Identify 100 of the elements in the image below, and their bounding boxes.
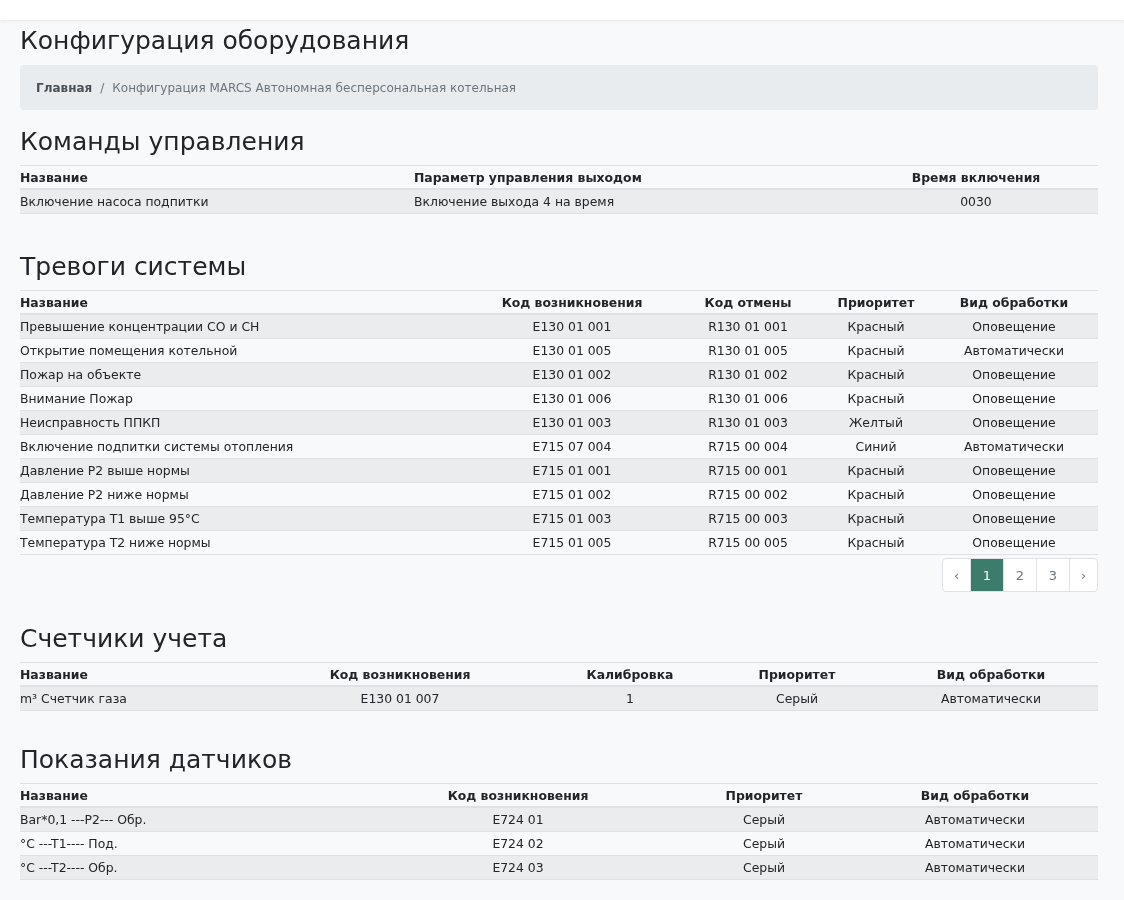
table-cell: 1 [550, 686, 710, 711]
page-title: Конфигурация оборудования [20, 26, 411, 56]
table-cell: R130 01 001 [674, 314, 822, 339]
table-cell: R715 00 004 [674, 434, 822, 459]
column-header: Название [20, 662, 250, 686]
table-cell: E715 01 002 [470, 482, 674, 507]
section-heading: Показания датчиков [20, 745, 294, 775]
table-cell: Включение подпитки системы отопления [20, 434, 470, 459]
table-cell: R715 00 002 [674, 482, 822, 507]
table-cell: °C ---T1---- Под. [20, 831, 360, 856]
table-cell: Температура T1 выше 95°C [20, 506, 470, 531]
table-cell: R130 01 002 [674, 362, 822, 387]
column-header: Название [20, 165, 414, 189]
table-cell: Автоматически [852, 807, 1098, 832]
column-header: Приоритет [710, 662, 884, 686]
table-cell: Красный [822, 530, 930, 555]
table-cell: E130 01 006 [470, 386, 674, 411]
table-cell: R130 01 005 [674, 338, 822, 363]
column-header: Код возникновения [470, 290, 674, 314]
table-cell: Автоматически [884, 686, 1098, 711]
table-cell: Оповещение [930, 386, 1098, 411]
table-cell: Красный [822, 362, 930, 387]
page-button[interactable]: 1 [970, 559, 1003, 591]
table-cell: Неисправность ППКП [20, 410, 470, 435]
next-page-button[interactable]: › [1069, 559, 1097, 591]
table-cell: E130 01 003 [470, 410, 674, 435]
table-cell: E715 01 001 [470, 458, 674, 483]
table-cell: R715 00 005 [674, 530, 822, 555]
previous-page-button[interactable]: ‹ [943, 559, 970, 591]
table-cell: Оповещение [930, 362, 1098, 387]
table-cell: Автоматически [930, 338, 1098, 363]
column-header: Приоритет [676, 783, 852, 807]
table-cell: Серый [676, 807, 852, 832]
table-cell: E715 01 005 [470, 530, 674, 555]
column-header: Код отмены [674, 290, 822, 314]
table-cell: Температура T2 ниже нормы [20, 530, 470, 555]
table-cell: Давление P2 ниже нормы [20, 482, 470, 507]
table-cell: Автоматически [930, 434, 1098, 459]
table-cell: E724 01 [360, 807, 676, 832]
breadcrumb-current: Конфигурация MARCS Автономная бесперсональная котельная [112, 80, 517, 95]
column-header: Калибровка [550, 662, 710, 686]
table-cell: R130 01 006 [674, 386, 822, 411]
breadcrumb-link[interactable]: Главная [36, 80, 93, 95]
table-cell: 0030 [854, 189, 1098, 214]
table-cell: Включение насоса подпитки [20, 189, 414, 214]
table-cell: Оповещение [930, 482, 1098, 507]
column-header: Приоритет [822, 290, 930, 314]
table-cell: Серый [676, 855, 852, 880]
table-cell: Давление P2 выше нормы [20, 458, 470, 483]
table-cell: E130 01 002 [470, 362, 674, 387]
section-heading: Счетчики учета [20, 624, 229, 654]
table-cell: Серый [676, 831, 852, 856]
table-cell: E130 01 007 [250, 686, 550, 711]
table-cell: Красный [822, 386, 930, 411]
table-cell: E715 07 004 [470, 434, 674, 459]
table-cell: Желтый [822, 410, 930, 435]
section-heading: Команды управления [20, 127, 306, 157]
table-cell: R715 00 001 [674, 458, 822, 483]
table-cell: Красный [822, 458, 930, 483]
column-header: Название [20, 290, 470, 314]
table-cell: °C ---T2---- Обр. [20, 855, 360, 880]
table-cell: Внимание Пожар [20, 386, 470, 411]
page-button[interactable]: 3 [1036, 559, 1069, 591]
table-cell: m³ Счетчик газа [20, 686, 250, 711]
column-header: Время включения [854, 165, 1098, 189]
table-cell: Пожар на объекте [20, 362, 470, 387]
table-cell: Синий [822, 434, 930, 459]
table-cell: Оповещение [930, 314, 1098, 339]
table-cell: Красный [822, 338, 930, 363]
table-cell: E724 03 [360, 855, 676, 880]
page-button[interactable]: 2 [1003, 559, 1036, 591]
table-cell: E724 02 [360, 831, 676, 856]
table-cell: Оповещение [930, 410, 1098, 435]
table-cell: Красный [822, 482, 930, 507]
table-cell: Серый [710, 686, 884, 711]
table-cell: Красный [822, 314, 930, 339]
column-header: Название [20, 783, 360, 807]
table-cell: Включение выхода 4 на время [414, 189, 854, 214]
section-heading: Тревоги системы [20, 252, 248, 282]
table-cell: R130 01 003 [674, 410, 822, 435]
table-cell: E715 01 003 [470, 506, 674, 531]
breadcrumb-separator: / [100, 80, 105, 95]
table-cell: Оповещение [930, 530, 1098, 555]
table-cell: E130 01 001 [470, 314, 674, 339]
column-header: Вид обработки [884, 662, 1098, 686]
table-cell: Автоматически [852, 831, 1098, 856]
table-cell: Красный [822, 506, 930, 531]
table-cell: R715 00 003 [674, 506, 822, 531]
table-cell: E130 01 005 [470, 338, 674, 363]
column-header: Код возникновения [250, 662, 550, 686]
table-cell: Bar*0,1 ---P2--- Обр. [20, 807, 360, 832]
table-cell: Превышение концентрации CO и CH [20, 314, 470, 339]
table-cell: Оповещение [930, 506, 1098, 531]
table-cell: Открытие помещения котельной [20, 338, 470, 363]
column-header: Код возникновения [360, 783, 676, 807]
column-header: Параметр управления выходом [414, 165, 854, 189]
column-header: Вид обработки [930, 290, 1098, 314]
table-cell: Автоматически [852, 855, 1098, 880]
table-cell: Оповещение [930, 458, 1098, 483]
column-header: Вид обработки [852, 783, 1098, 807]
